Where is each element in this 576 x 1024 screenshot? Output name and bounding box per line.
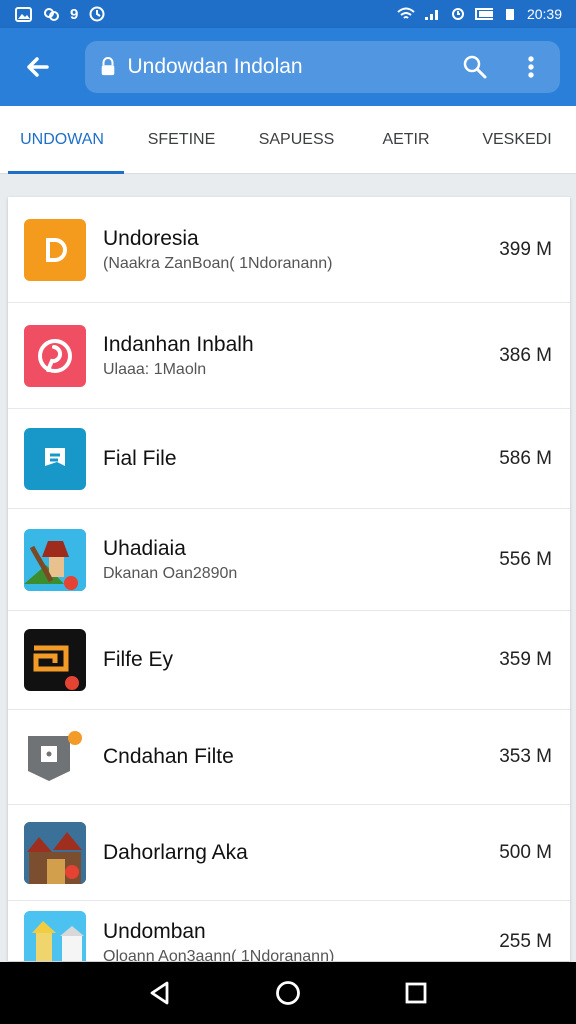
more-vert-icon[interactable]	[514, 50, 548, 84]
file-size: 353 M	[499, 746, 552, 767]
file-title: Uhadiaia	[103, 537, 186, 560]
file-size: 500 M	[499, 841, 552, 863]
recents-square-icon[interactable]	[384, 968, 448, 1018]
file-subtitle: Oloann Aon3aann( 1Ndoranann)	[103, 947, 335, 962]
file-row[interactable]: Dahorlarng Aka 500 M	[8, 805, 570, 901]
file-title: Indanhan Inbalh	[103, 333, 254, 356]
file-title: Dahorlarng Aka	[103, 840, 248, 864]
file-subtitle: Ulaaa: 1Maoln	[103, 361, 207, 378]
tab-aetir[interactable]: AETIR	[354, 106, 458, 174]
back-arrow-icon[interactable]	[16, 45, 59, 89]
palace-image-icon	[24, 911, 86, 961]
file-title: Cndahan Filte	[103, 745, 234, 768]
file-list: Undoresia (Naakra ZanBoan( 1Ndoranann) 39…	[8, 197, 570, 961]
file-title: Fial File	[103, 446, 177, 470]
lock-icon	[99, 57, 117, 76]
orange-d-icon	[24, 218, 86, 281]
file-size: 556 M	[499, 548, 552, 570]
system-status: 20:39	[397, 6, 562, 22]
category-tabs: UNDOWAN SFETINE SAPUESS AETIR VESKEDI	[0, 106, 576, 174]
file-row[interactable]: Undoresia (Naakra ZanBoan( 1Ndoranann) 39…	[8, 197, 570, 303]
file-row[interactable]: Cndahan Filte 353 M	[8, 710, 570, 805]
notification-number: 9	[70, 5, 79, 23]
village-image-icon	[24, 821, 86, 884]
file-row[interactable]: Indanhan Inbalh Ulaaa: 1Maoln 386 M	[8, 303, 570, 409]
file-subtitle: (Naakra ZanBoan( 1Ndoranann)	[103, 255, 333, 272]
tab-label: AETIR	[382, 130, 430, 148]
tab-sfetine[interactable]: SFETINE	[124, 106, 239, 174]
file-size: 359 M	[499, 649, 552, 670]
system-navigation-bar	[0, 962, 576, 1024]
alarm-icon	[449, 6, 467, 22]
blue-flag-icon	[24, 427, 86, 490]
tab-label: UNDOWAN	[20, 130, 104, 148]
orange-box-icon	[24, 629, 86, 691]
file-title: Undomban	[103, 919, 206, 943]
file-row[interactable]: Filfe Ey 359 M	[8, 611, 570, 710]
link-icon	[42, 6, 60, 22]
file-size: 399 M	[499, 238, 552, 260]
file-subtitle: Dkanan Oan2890n	[103, 565, 238, 582]
search-bar[interactable]: Undowdan Indolan	[85, 41, 560, 93]
tab-label: SAPUESS	[258, 130, 335, 148]
battery-icon	[474, 6, 493, 22]
file-row[interactable]: Fial File 586 M	[8, 409, 570, 509]
file-size: 255 M	[499, 931, 552, 952]
file-title: Undoresia	[103, 227, 199, 250]
status-time: 20:39	[526, 6, 562, 22]
search-query: Undowdan Indolan	[127, 55, 303, 78]
tab-label: VESKEDI	[482, 130, 552, 148]
wifi-icon	[397, 6, 415, 22]
home-circle-icon[interactable]	[256, 968, 320, 1018]
back-triangle-icon[interactable]	[128, 968, 192, 1018]
status-bar: 9 20:39	[0, 0, 576, 28]
file-size: 586 M	[499, 447, 552, 469]
notification-icons: 9	[14, 6, 106, 23]
pinterest-icon	[24, 324, 86, 387]
signal-icon	[423, 6, 441, 22]
toolbar-actions	[458, 50, 548, 84]
tab-veskedi[interactable]: VESKEDI	[458, 106, 576, 174]
search-icon[interactable]	[458, 50, 492, 84]
battery-level-icon	[501, 6, 519, 22]
grey-file-icon	[24, 726, 86, 788]
image-icon	[14, 6, 32, 22]
temple-image-icon	[24, 528, 86, 591]
tab-sapuess[interactable]: SAPUESS	[239, 106, 354, 174]
tab-label: SFETINE	[147, 130, 216, 148]
clock-icon	[88, 6, 106, 22]
file-row[interactable]: Uhadiaia Dkanan Oan2890n 556 M	[8, 509, 570, 611]
file-title: Filfe Ey	[103, 648, 174, 671]
file-row[interactable]: Undomban Oloann Aon3aann( 1Ndoranann) 255…	[8, 901, 570, 961]
app-toolbar: Undowdan Indolan	[0, 28, 576, 106]
file-size: 386 M	[499, 344, 552, 366]
tab-undowan[interactable]: UNDOWAN	[0, 106, 124, 174]
